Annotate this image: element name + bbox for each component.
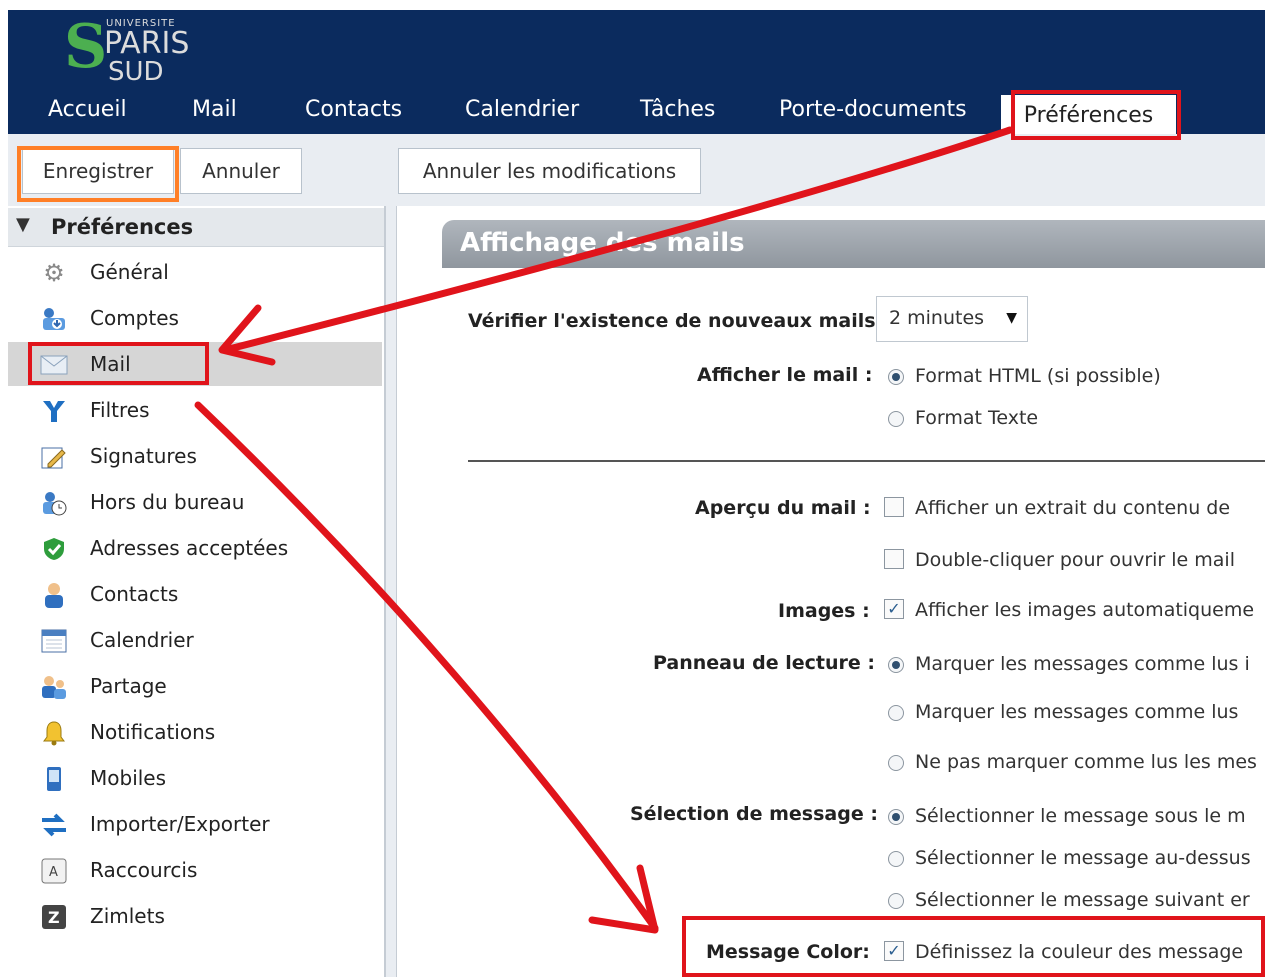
revert-changes-button[interactable]: Annuler les modifications: [398, 148, 701, 194]
selection-option-1: Sélectionner le message sous le m: [915, 805, 1246, 827]
selection-radio-3[interactable]: [888, 893, 904, 909]
sidebar-item-general[interactable]: ⚙ Général: [8, 250, 382, 294]
sidebar-item-partage[interactable]: Partage: [8, 664, 382, 708]
logo-paris-text: PARIS: [104, 26, 190, 61]
format-text-radio[interactable]: [888, 411, 904, 427]
svg-text:A: A: [49, 865, 58, 880]
sidebar-item-mobiles[interactable]: Mobiles: [8, 756, 382, 800]
sidebar-item-adresses-acceptees[interactable]: Adresses acceptées: [8, 526, 382, 570]
filter-icon: [40, 398, 68, 424]
sidebar-item-calendrier[interactable]: Calendrier: [8, 618, 382, 662]
tab-porte-documents[interactable]: Porte-documents: [779, 97, 967, 122]
save-button[interactable]: Enregistrer: [22, 148, 174, 194]
show-excerpt-option: Afficher un extrait du contenu de: [915, 497, 1231, 519]
sidebar-item-notifications[interactable]: Notifications: [8, 710, 382, 754]
reading-pane-radio-1[interactable]: [888, 657, 904, 673]
tab-calendrier[interactable]: Calendrier: [465, 97, 579, 122]
double-click-checkbox[interactable]: [884, 549, 904, 569]
sidebar-item-label: Raccourcis: [90, 858, 198, 882]
check-interval-value: 2 minutes: [889, 307, 985, 329]
sidebar-item-zimlets[interactable]: Z Zimlets: [8, 894, 382, 938]
caret-down-icon: ▼: [1006, 310, 1017, 326]
accounts-icon: [40, 306, 68, 332]
logo-sud-text: SUD: [108, 57, 164, 87]
reading-pane-option-2: Marquer les messages comme lus: [915, 701, 1239, 723]
import-export-icon: [40, 812, 68, 838]
sidebar-item-label: Zimlets: [90, 904, 165, 928]
format-text-option: Format Texte: [915, 407, 1039, 429]
sidebar-item-label: Calendrier: [90, 628, 194, 652]
selection-option-3: Sélectionner le message suivant er: [915, 889, 1250, 911]
sidebar-item-label: Signatures: [90, 444, 197, 468]
zimlet-icon: Z: [40, 904, 68, 930]
svg-text:Z: Z: [48, 908, 60, 927]
auto-images-checkbox[interactable]: ✓: [884, 599, 904, 619]
check-new-mail-label: Vérifier l'existence de nouveaux mails :: [468, 310, 890, 332]
reading-pane-radio-2[interactable]: [888, 705, 904, 721]
logo-s-mark-icon: S: [64, 12, 108, 82]
tab-contacts[interactable]: Contacts: [305, 97, 402, 122]
message-color-checkbox[interactable]: ✓: [884, 941, 904, 961]
format-html-radio[interactable]: [888, 369, 904, 385]
sidebar-item-label: Hors du bureau: [90, 490, 245, 514]
sidebar-item-filtres[interactable]: Filtres: [8, 388, 382, 432]
selection-option-2: Sélectionner le message au-dessus: [915, 847, 1251, 869]
images-label: Images :: [778, 600, 870, 622]
selection-radio-1[interactable]: [888, 809, 904, 825]
auto-images-option: Afficher les images automatiqueme: [915, 599, 1255, 621]
sidebar-item-contacts[interactable]: Contacts: [8, 572, 382, 616]
sidebar-item-label: Filtres: [90, 398, 150, 422]
sharing-icon: [40, 674, 68, 700]
sidebar-item-label: Général: [90, 260, 169, 284]
tab-mail[interactable]: Mail: [192, 97, 237, 122]
contact-person-icon: [40, 582, 68, 608]
sidebar-item-comptes[interactable]: Comptes: [8, 296, 382, 340]
sidebar-item-label: Adresses acceptées: [90, 536, 289, 560]
sidebar-item-label: Importer/Exporter: [90, 812, 270, 836]
check-interval-select[interactable]: 2 minutes ▼: [876, 296, 1028, 342]
sidebar-item-signatures[interactable]: Signatures: [8, 434, 382, 478]
keyboard-icon: A: [40, 858, 68, 884]
tab-preferences[interactable]: Préférences: [1001, 95, 1176, 134]
university-logo: S UNIVERSITE PARIS SUD: [60, 16, 210, 91]
section-divider: [468, 460, 1265, 462]
reading-pane-option-3: Ne pas marquer comme lus les mes: [915, 751, 1257, 773]
reading-pane-label: Panneau de lecture :: [653, 652, 875, 674]
reading-pane-radio-3[interactable]: [888, 755, 904, 771]
section-title: Affichage des mails: [460, 228, 745, 258]
double-click-option: Double-cliquer pour ouvrir le mail: [915, 549, 1235, 571]
message-color-label: Message Color:: [706, 941, 870, 963]
sidebar-item-label: Notifications: [90, 720, 216, 744]
sidebar-item-label: Mail: [90, 352, 131, 376]
envelope-icon: [40, 352, 68, 378]
tab-taches[interactable]: Tâches: [640, 97, 715, 122]
collapse-triangle-icon[interactable]: ▼: [16, 214, 30, 235]
out-of-office-icon: [40, 490, 68, 516]
mobile-phone-icon: [40, 766, 68, 792]
show-excerpt-checkbox[interactable]: [884, 497, 904, 517]
mail-preview-label: Aperçu du mail :: [695, 497, 871, 519]
sidebar-item-label: Mobiles: [90, 766, 167, 790]
shield-check-icon: [40, 536, 68, 562]
sidebar-item-label: Contacts: [90, 582, 179, 606]
sidebar-item-label: Partage: [90, 674, 167, 698]
cancel-button[interactable]: Annuler: [180, 148, 302, 194]
selection-radio-2[interactable]: [888, 851, 904, 867]
signature-icon: [40, 444, 68, 470]
sidebar-item-label: Comptes: [90, 306, 179, 330]
sidebar-item-mail[interactable]: Mail: [8, 342, 382, 386]
bell-icon: [40, 720, 68, 746]
display-mail-label: Afficher le mail :: [697, 364, 873, 386]
sidebar-item-importer-exporter[interactable]: Importer/Exporter: [8, 802, 382, 846]
sidebar-header-label: Préférences: [51, 215, 194, 239]
format-html-option: Format HTML (si possible): [915, 365, 1161, 387]
gear-icon: ⚙: [43, 259, 65, 287]
tab-accueil[interactable]: Accueil: [48, 97, 127, 122]
sidebar-item-raccourcis[interactable]: A Raccourcis: [8, 848, 382, 892]
message-color-option: Définissez la couleur des message: [915, 941, 1244, 963]
reading-pane-option-1: Marquer les messages comme lus i: [915, 653, 1250, 675]
calendar-icon: [40, 628, 68, 654]
message-selection-label: Sélection de message :: [630, 803, 878, 825]
sidebar-item-hors-du-bureau[interactable]: Hors du bureau: [8, 480, 382, 524]
